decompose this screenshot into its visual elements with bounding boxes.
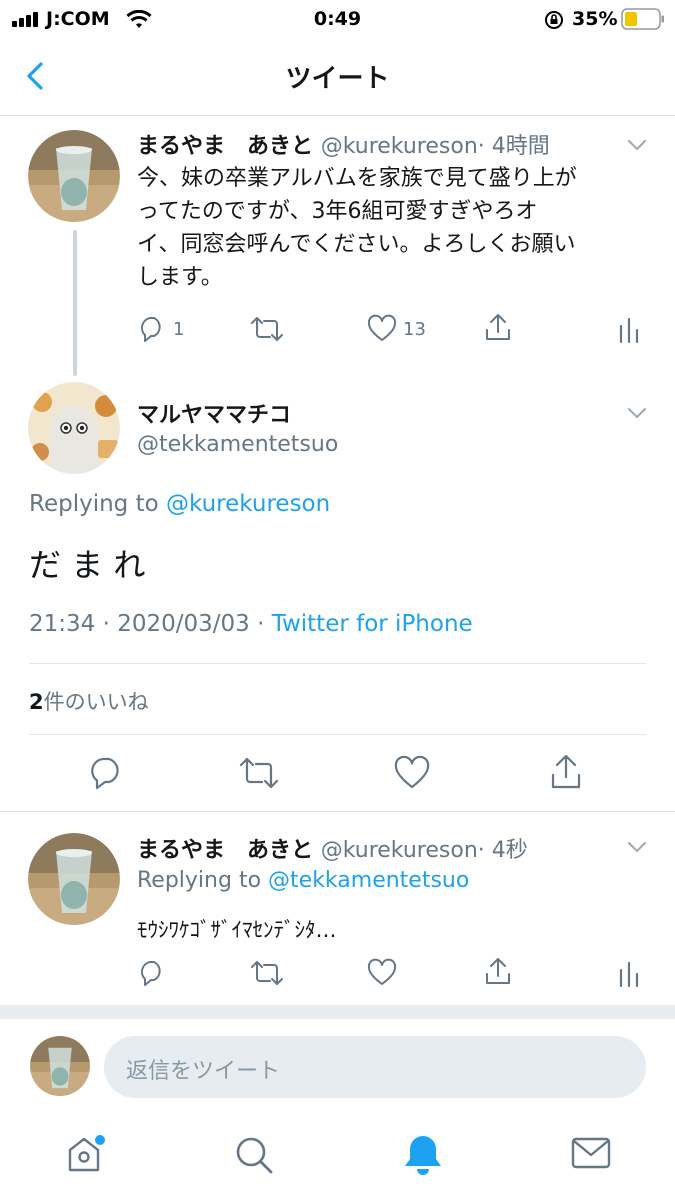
- reply-button[interactable]: 1: [137, 314, 184, 344]
- tweet-datetime: 21:34 · 2020/03/03 ·: [29, 611, 272, 637]
- divider: [29, 734, 646, 735]
- tweet-text-line: します。: [137, 265, 223, 290]
- avatar[interactable]: [28, 833, 120, 925]
- retweet-icon[interactable]: [250, 958, 284, 988]
- retweet-button[interactable]: [250, 314, 284, 344]
- retweet-icon[interactable]: [238, 755, 280, 791]
- divider: [29, 663, 646, 664]
- tweet-meta: 21:34 · 2020/03/03 · Twitter for iPhone: [29, 611, 473, 637]
- share-icon[interactable]: [548, 753, 584, 791]
- tweet-text: だ ま れ: [29, 546, 146, 584]
- replying-to: Replying to @tekkamentetsuo: [137, 868, 469, 893]
- divider: [0, 811, 675, 812]
- replying-to-handle[interactable]: @tekkamentetsuo: [268, 868, 469, 893]
- reply-icon: [140, 317, 161, 342]
- reply-input[interactable]: 返信をツイート: [104, 1036, 646, 1098]
- likes-label: 件のいいね: [43, 690, 149, 714]
- reply-input-placeholder: 返信をツイート: [126, 1059, 281, 1084]
- like-count: 13: [403, 318, 426, 340]
- author-handle[interactable]: @kurekureson: [321, 134, 478, 159]
- battery-percent: 35%: [572, 8, 618, 30]
- author-name[interactable]: まるやま あきと: [137, 838, 313, 863]
- tweet-text-line: イ、同窓会呼んでください。よろしくお願い: [137, 232, 576, 257]
- author-name[interactable]: マルヤママチコ: [137, 397, 291, 429]
- author-handle[interactable]: @tekkamentetsuo: [137, 432, 338, 457]
- tweet-text-line: 今、妹の卒業アルバムを家族で見て盛り上が: [137, 166, 577, 191]
- navigation-bar: ツイート: [0, 40, 675, 116]
- replying-to-handle[interactable]: @kurekureson: [166, 491, 330, 517]
- author-name[interactable]: まるやま あきと: [137, 134, 313, 159]
- avatar[interactable]: [28, 382, 120, 474]
- my-avatar: [30, 1036, 90, 1096]
- status-bar: J:COM 0:49 35%: [0, 0, 675, 40]
- tweet-text: 今、妹の卒業アルバムを家族で見て盛り上が ってたのですが、3年6組可愛すぎやろオ…: [137, 162, 657, 294]
- likes-count: 2: [29, 690, 44, 714]
- page-title: ツイート: [285, 64, 390, 94]
- author-name-line[interactable]: まるやま あきと @kurekureson· 4時間: [137, 128, 550, 160]
- tweet-time: · 4時間: [477, 134, 550, 159]
- analytics-icon[interactable]: [618, 960, 640, 988]
- share-icon[interactable]: [483, 312, 513, 344]
- thread-connector: [73, 230, 77, 376]
- heart-icon[interactable]: [394, 755, 430, 791]
- section-separator: [0, 1005, 675, 1019]
- chevron-down-icon[interactable]: [624, 834, 650, 860]
- tweet-source-link[interactable]: Twitter for iPhone: [272, 611, 473, 637]
- reply-count: 1: [173, 318, 185, 340]
- avatar[interactable]: [28, 130, 120, 222]
- heart-icon[interactable]: [367, 958, 397, 988]
- battery-icon: [621, 8, 664, 30]
- author-name-line[interactable]: まるやま あきと @kurekureson· 4秒: [137, 832, 528, 864]
- reply-icon[interactable]: [137, 958, 167, 988]
- messages-icon[interactable]: [571, 1136, 611, 1172]
- tweet-text-line: ってたのですが、3年6組可愛すぎやろオ: [137, 199, 538, 224]
- analytics-icon[interactable]: [618, 316, 640, 344]
- tweet-time: · 4秒: [477, 838, 528, 863]
- chevron-down-icon[interactable]: [624, 400, 650, 426]
- heart-icon: [367, 314, 397, 341]
- share-icon[interactable]: [483, 956, 513, 988]
- home-icon[interactable]: [64, 1132, 108, 1176]
- like-button[interactable]: 13: [367, 314, 426, 344]
- chevron-down-icon[interactable]: [624, 132, 650, 158]
- replying-to-label: Replying to: [137, 868, 262, 893]
- search-icon[interactable]: [233, 1134, 275, 1176]
- tweet-text: ﾓｳｼﾜｹｺﾞｻﾞｲﾏｾﾝﾃﾞｼﾀ…: [137, 918, 337, 942]
- reply-icon[interactable]: [88, 755, 124, 791]
- orientation-lock-icon: [545, 11, 563, 29]
- tab-bar: [0, 1110, 675, 1200]
- likes-summary[interactable]: 2件のいいね: [29, 686, 149, 716]
- author-handle[interactable]: @kurekureson: [321, 838, 478, 863]
- replying-to-label: Replying to: [29, 491, 159, 517]
- notifications-icon[interactable]: [402, 1132, 444, 1176]
- replying-to: Replying to @kurekureson: [29, 491, 330, 517]
